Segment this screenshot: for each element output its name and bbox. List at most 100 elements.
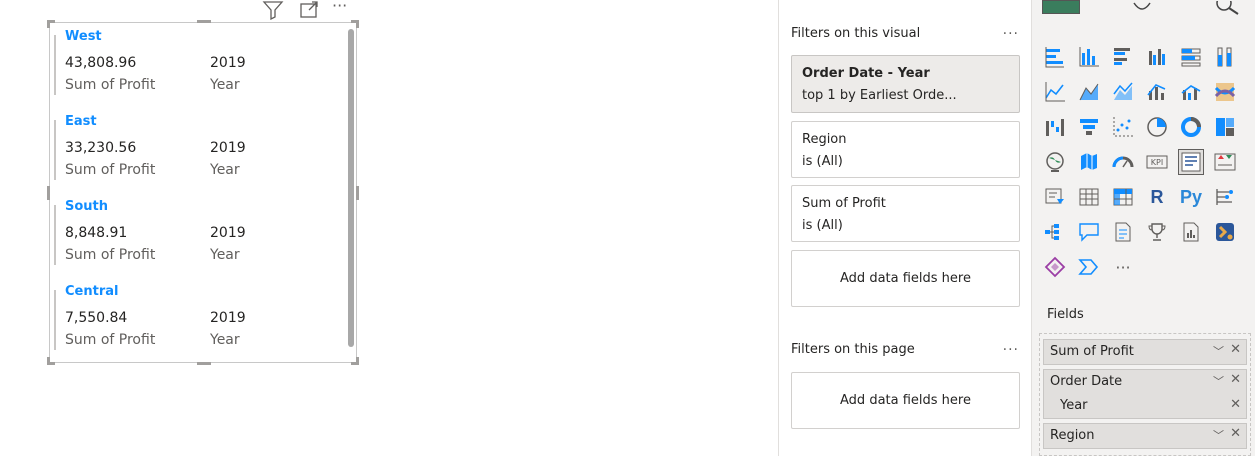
- line-clustered-icon[interactable]: [1178, 79, 1204, 105]
- close-icon[interactable]: ✕: [1230, 426, 1241, 441]
- page-filter-drop-zone[interactable]: Add data fields here: [791, 372, 1020, 429]
- year-value: 2019: [210, 310, 246, 326]
- format-tab-icon[interactable]: [1130, 0, 1154, 14]
- line-column-icon[interactable]: [1144, 79, 1170, 105]
- field-pill-order-date[interactable]: Order Date Year ﹀ ✕ ✕: [1043, 369, 1247, 419]
- stacked-bar-icon[interactable]: [1042, 44, 1068, 70]
- profit-label: Sum of Profit: [65, 77, 156, 93]
- resize-handle[interactable]: [356, 357, 359, 365]
- resize-handle[interactable]: [197, 20, 211, 23]
- chevron-down-icon[interactable]: ﹀: [1213, 427, 1224, 443]
- card-title: South: [65, 199, 109, 214]
- decomposition-tree-icon[interactable]: [1042, 219, 1068, 245]
- visual-filter-drop-zone[interactable]: Add data fields here: [791, 250, 1020, 307]
- year-label: Year: [210, 332, 240, 348]
- ribbon-chart-icon[interactable]: [1212, 79, 1238, 105]
- filter-card-summary: top 1 by Earliest Orde...: [802, 88, 957, 103]
- filter-card-summary: is (All): [802, 154, 843, 169]
- profit-label: Sum of Profit: [65, 247, 156, 263]
- key-influencers-icon[interactable]: [1212, 184, 1238, 210]
- map-icon[interactable]: [1042, 149, 1068, 175]
- field-name: Region: [1050, 428, 1095, 443]
- python-visual-icon[interactable]: Py: [1178, 184, 1204, 210]
- paginated-report-icon[interactable]: [1178, 219, 1204, 245]
- card-row: West 43,808.96 Sum of Profit 2019 Year: [54, 25, 344, 110]
- more-options-icon[interactable]: ···: [1003, 342, 1019, 358]
- filter-icon[interactable]: [262, 0, 284, 21]
- power-automate-icon[interactable]: [1042, 254, 1068, 280]
- card-title: Central: [65, 284, 119, 299]
- close-icon[interactable]: ✕: [1230, 372, 1241, 387]
- matrix-icon[interactable]: [1110, 184, 1136, 210]
- power-apps-icon[interactable]: [1212, 219, 1238, 245]
- chevron-down-icon[interactable]: ﹀: [1213, 343, 1224, 359]
- filter-card-order-date[interactable]: Order Date - Year top 1 by Earliest Orde…: [791, 55, 1020, 113]
- r-visual-icon[interactable]: R: [1144, 184, 1170, 210]
- filled-map-icon[interactable]: [1076, 149, 1102, 175]
- clustered-bar-icon[interactable]: [1110, 44, 1136, 70]
- profit-value: 33,230.56: [65, 140, 137, 156]
- slicer-icon[interactable]: [1042, 184, 1068, 210]
- smart-narrative-icon[interactable]: [1110, 219, 1136, 245]
- donut-chart-icon[interactable]: [1178, 114, 1204, 140]
- filter-card-sum-of-profit[interactable]: Sum of Profit is (All): [791, 185, 1020, 242]
- field-pill-region[interactable]: Region ﹀ ✕: [1043, 423, 1247, 449]
- card-row: South 8,848.91 Sum of Profit 2019 Year: [54, 195, 344, 280]
- focus-mode-icon[interactable]: [298, 0, 320, 20]
- treemap-icon[interactable]: [1212, 114, 1238, 140]
- year-label: Year: [210, 162, 240, 178]
- multi-row-card-visual[interactable]: West 43,808.96 Sum of Profit 2019 Year E…: [47, 20, 359, 365]
- 100-bar-icon[interactable]: [1178, 44, 1204, 70]
- clustered-column-icon[interactable]: [1144, 44, 1170, 70]
- multi-row-card-icon[interactable]: [1178, 149, 1204, 175]
- more-options-icon[interactable]: ···: [332, 0, 354, 16]
- 100-column-icon[interactable]: [1212, 44, 1238, 70]
- waterfall-icon[interactable]: [1042, 114, 1068, 140]
- field-name: Sum of Profit: [1050, 344, 1134, 359]
- area-chart-icon[interactable]: [1076, 79, 1102, 105]
- visualizations-pane: KPI R Py ··· Fields Sum of Profit ﹀ ✕ Order…: [1031, 0, 1255, 456]
- close-icon[interactable]: ✕: [1230, 342, 1241, 357]
- kpi-icon[interactable]: [1212, 149, 1238, 175]
- r-label: R: [1150, 186, 1164, 207]
- py-label: Py: [1179, 186, 1203, 207]
- chevron-visual-icon[interactable]: [1076, 254, 1102, 280]
- gauge-icon[interactable]: [1110, 149, 1136, 175]
- build-visual-tab-icon[interactable]: [1042, 0, 1080, 14]
- resize-handle[interactable]: [47, 186, 50, 200]
- resize-handle[interactable]: [47, 20, 50, 28]
- chevron-down-icon[interactable]: ﹀: [1213, 373, 1224, 389]
- filter-card-title: Sum of Profit: [802, 196, 886, 211]
- year-value: 2019: [210, 225, 246, 241]
- card-icon[interactable]: KPI: [1144, 149, 1170, 175]
- line-chart-icon[interactable]: [1042, 79, 1068, 105]
- analytics-tab-icon[interactable]: [1214, 0, 1244, 15]
- resize-handle[interactable]: [356, 186, 359, 200]
- fields-well-label: Fields: [1047, 307, 1084, 322]
- card-accent-bar: [54, 290, 56, 350]
- profit-label: Sum of Profit: [65, 332, 156, 348]
- card-accent-bar: [54, 205, 56, 265]
- stacked-area-icon[interactable]: [1110, 79, 1136, 105]
- resize-handle[interactable]: [356, 20, 359, 28]
- fields-well[interactable]: Sum of Profit ﹀ ✕ Order Date Year ﹀ ✕ ✕ …: [1039, 333, 1251, 456]
- filters-pane: Filters on this visual ··· Order Date - …: [778, 0, 1031, 456]
- field-pill-sum-of-profit[interactable]: Sum of Profit ﹀ ✕: [1043, 339, 1247, 365]
- more-options-icon[interactable]: ···: [1003, 26, 1019, 42]
- year-value: 2019: [210, 140, 246, 156]
- funnel-icon[interactable]: [1076, 114, 1102, 140]
- more-visuals-icon[interactable]: ···: [1110, 254, 1136, 280]
- qa-icon[interactable]: [1076, 219, 1102, 245]
- filter-card-region[interactable]: Region is (All): [791, 121, 1020, 178]
- scatter-icon[interactable]: [1110, 114, 1136, 140]
- stacked-column-icon[interactable]: [1076, 44, 1102, 70]
- pie-chart-icon[interactable]: [1144, 114, 1170, 140]
- trophy-icon[interactable]: [1144, 219, 1170, 245]
- vertical-scrollbar[interactable]: [348, 29, 354, 347]
- profit-value: 43,808.96: [65, 55, 137, 71]
- table-icon[interactable]: [1076, 184, 1102, 210]
- card-row: Central 7,550.84 Sum of Profit 2019 Year: [54, 280, 344, 365]
- close-icon[interactable]: ✕: [1230, 397, 1241, 412]
- resize-handle[interactable]: [47, 357, 50, 365]
- year-label: Year: [210, 247, 240, 263]
